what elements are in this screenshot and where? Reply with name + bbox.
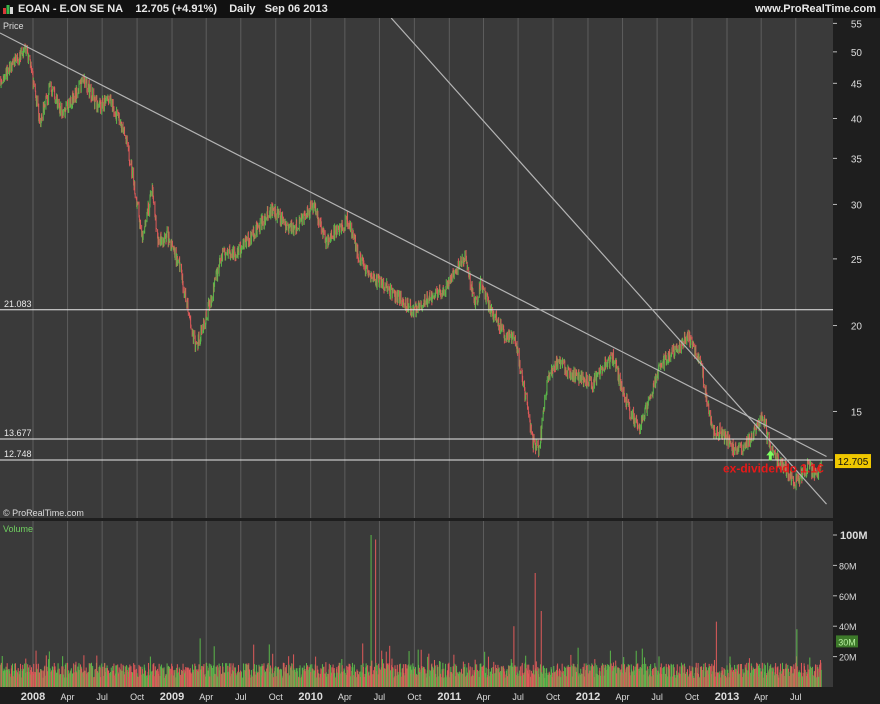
chart-window: EOAN - E.ON SE NA 12.705 (+4.91%) Daily … [0,0,880,704]
x-tick-label: Jul [235,692,247,702]
price-axis [833,18,880,518]
dividend-annotation: ex-dividendo 1.1€ [723,461,824,475]
y-tick-label: 25 [851,255,863,266]
x-tick-label: 2013 [715,691,739,703]
volume-panel-title: Volume [3,524,33,534]
x-tick-label: Jul [651,692,663,702]
vol-tick-label: 80M [839,561,857,571]
x-tick-label: Apr [338,692,352,702]
price-panel-title: Price [3,21,24,31]
y-tick-label: 30 [851,200,863,211]
volume-value-label: 30M [838,637,856,647]
y-tick-label: 35 [851,154,863,165]
x-tick-label: Apr [199,692,213,702]
y-tick-label: 20 [851,322,863,333]
vol-tick-label: 20M [839,653,857,663]
x-tick-label: Oct [269,692,284,702]
x-tick-label: Oct [407,692,422,702]
current-price-label: 12.705 [838,457,869,468]
y-tick-label: 45 [851,79,863,90]
price-change: 12.705 (+4.91%) [135,3,217,15]
volume-panel [0,521,833,687]
chart-header: EOAN - E.ON SE NA 12.705 (+4.91%) Daily … [0,0,880,18]
watermark: © ProRealTime.com [3,508,84,518]
x-tick-label: Apr [61,692,75,702]
y-tick-label: 55 [851,19,863,30]
x-tick-label: 2010 [298,691,322,703]
x-tick-label: 2012 [576,691,600,703]
x-tick-label: Jul [790,692,802,702]
x-tick-label: Apr [616,692,630,702]
x-tick-label: Oct [130,692,145,702]
symbol-title: EOAN - E.ON SE NA [18,3,124,15]
support-line-label: 12.748 [4,449,32,459]
price-panel [0,18,833,518]
period: Daily [229,3,256,15]
chart-canvas[interactable]: 2008 Apr Jul Oct 2009 Apr Jul Oct 2010 Apr Jul Oct 2… [0,18,880,704]
brand-link[interactable]: www.ProRealTime.com [755,3,876,15]
vol-tick-label: 100M [840,530,868,542]
x-tick-label: Oct [546,692,561,702]
vol-tick-label: 60M [839,592,857,602]
x-tick-label: Jul [512,692,524,702]
x-tick-label: 2011 [437,691,461,703]
date: Sep 06 2013 [264,3,328,15]
y-tick-label: 15 [851,407,863,418]
x-tick-label: Jul [374,692,386,702]
x-tick-label: 2008 [21,691,45,703]
x-tick-label: Jul [96,692,108,702]
chart-logo-icon [3,5,13,14]
x-tick-label: 2009 [160,691,184,703]
support-line-label: 21.083 [4,299,32,309]
vol-tick-label: 40M [839,622,857,632]
symbol-info: EOAN - E.ON SE NA 12.705 (+4.91%) Daily … [18,3,328,15]
y-tick-label: 50 [851,48,863,59]
x-tick-label: Oct [685,692,700,702]
x-tick-label: Apr [477,692,491,702]
support-line-label: 13.677 [4,428,32,438]
y-tick-label: 40 [851,115,863,126]
x-tick-label: Apr [754,692,768,702]
